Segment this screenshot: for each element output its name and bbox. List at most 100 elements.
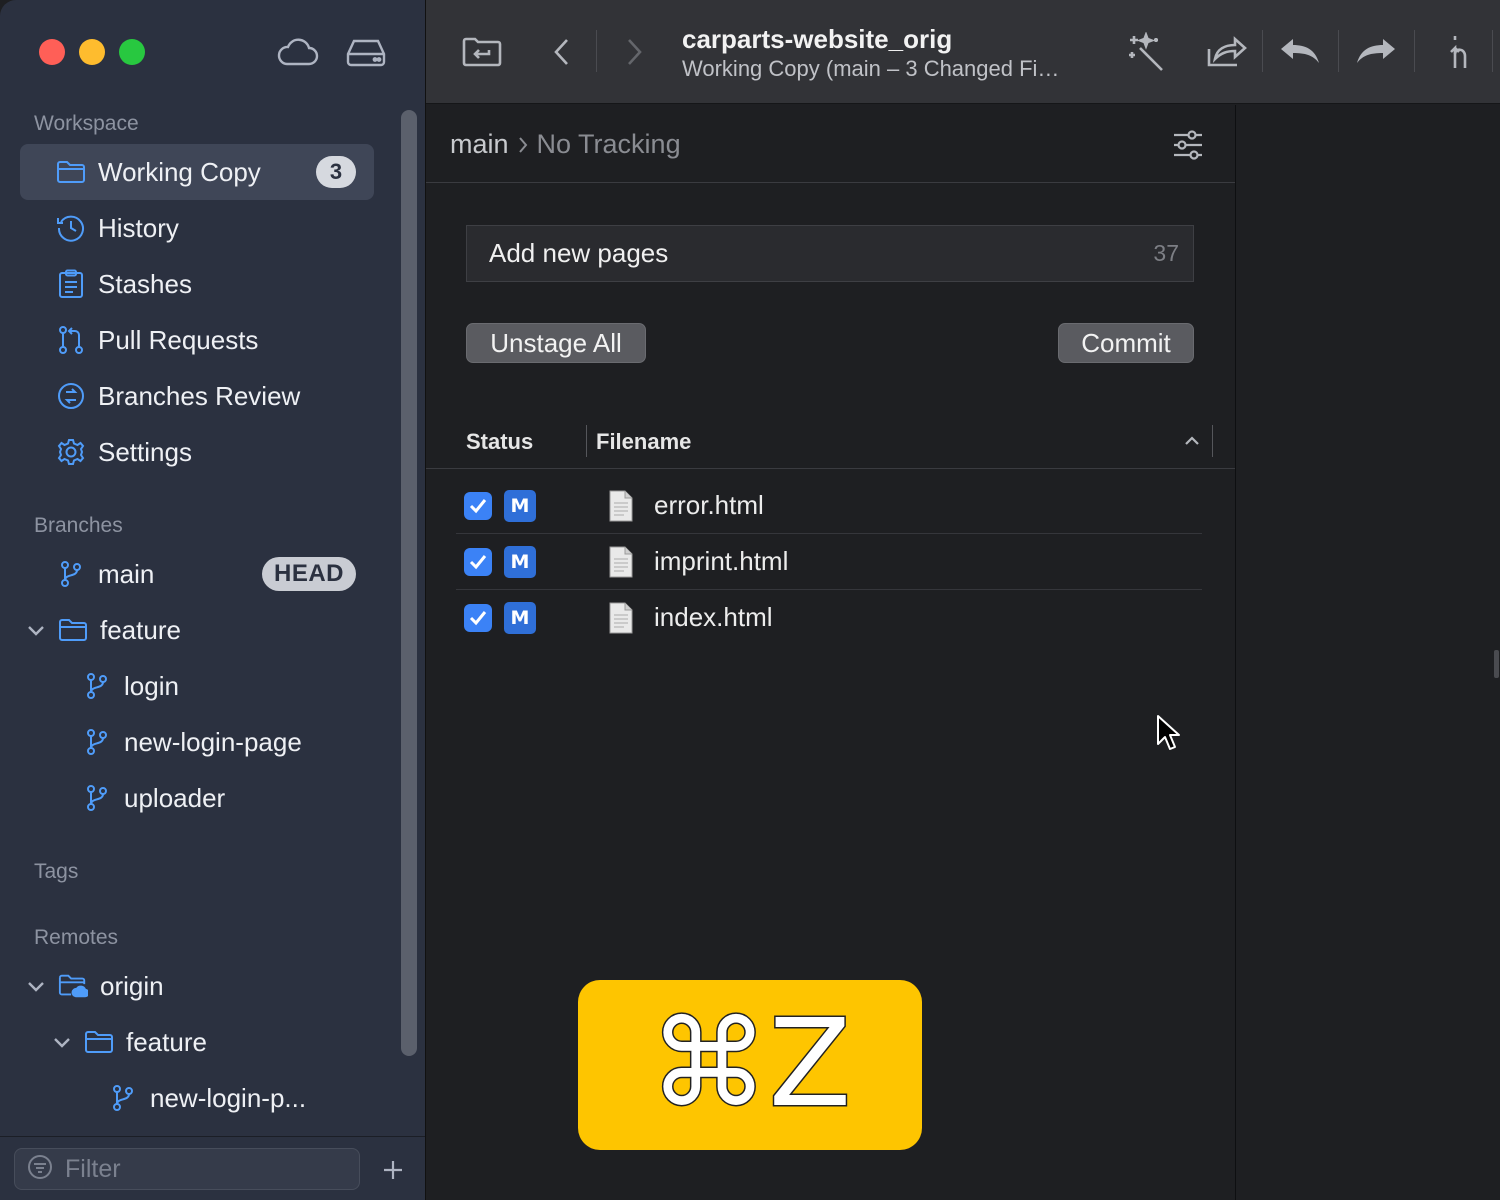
file-icon (608, 602, 634, 634)
mouse-cursor-icon (1156, 714, 1182, 752)
resize-handle[interactable] (1494, 650, 1499, 678)
detail-panel (1235, 105, 1500, 1200)
breadcrumb-tracking[interactable]: No Tracking (537, 129, 681, 160)
pull-request-icon (56, 325, 86, 355)
column-divider (1212, 425, 1213, 457)
sidebar: Workspace Working Copy 3 History Stashes… (0, 0, 426, 1200)
push-icon[interactable] (1354, 30, 1398, 74)
file-name: imprint.html (654, 546, 789, 576)
sort-ascending-icon[interactable] (1182, 431, 1202, 451)
sidebar-item-label: uploader (124, 782, 226, 813)
branch-merge-icon[interactable] (1438, 30, 1482, 74)
breadcrumb-branch[interactable]: main (450, 129, 509, 160)
sidebar-item-branch-login[interactable]: login (20, 658, 374, 714)
sidebar-item-branch-main[interactable]: main HEAD (20, 546, 374, 602)
file-icon (608, 546, 634, 578)
minimize-window-button[interactable] (79, 39, 105, 65)
filter-icon (27, 1154, 53, 1185)
sidebar-filter-bar: Filter (0, 1136, 425, 1200)
toolbar-divider (1338, 30, 1339, 72)
repository-switch-icon[interactable] (460, 30, 504, 74)
keyboard-shortcut-overlay: ⌘Z (578, 980, 922, 1150)
sidebar-item-label: feature (126, 1026, 207, 1057)
table-row[interactable]: M error.html (456, 478, 1202, 534)
chevron-down-icon[interactable] (26, 976, 46, 996)
filter-placeholder: Filter (65, 1154, 121, 1183)
file-icon (608, 490, 634, 522)
sidebar-item-pull-requests[interactable]: Pull Requests (20, 312, 374, 368)
folder-icon (56, 157, 86, 187)
sidebar-item-label: Branches Review (98, 380, 301, 411)
drive-icon[interactable] (344, 30, 388, 74)
sidebar-item-remote-branch[interactable]: new-login-p... (20, 1070, 374, 1126)
character-count: 37 (1153, 240, 1179, 266)
sidebar-item-folder-feature[interactable]: feature (20, 602, 374, 658)
commit-message-input[interactable]: Add new pages 37 (466, 225, 1194, 282)
sidebar-item-remote-origin[interactable]: origin (20, 958, 374, 1014)
modified-status-badge: M (504, 602, 536, 634)
sidebar-scrollbar[interactable] (401, 110, 417, 1056)
share-icon[interactable] (1204, 30, 1248, 74)
window-title: carparts-website_orig (682, 24, 953, 54)
sidebar-item-stashes[interactable]: Stashes (20, 256, 374, 312)
pull-icon[interactable] (1278, 30, 1322, 74)
sidebar-item-branches-review[interactable]: Branches Review (20, 368, 374, 424)
sidebar-item-label: new-login-p... (150, 1082, 307, 1113)
add-button[interactable] (378, 1155, 408, 1185)
stage-checkbox[interactable] (464, 604, 492, 632)
folder-icon (84, 1027, 114, 1057)
sidebar-item-branch-new-login-page[interactable]: new-login-page (20, 714, 374, 770)
unstage-all-button[interactable]: Unstage All (466, 323, 646, 363)
status-column-header[interactable]: Status (466, 429, 533, 455)
workspace-section-title: Workspace (34, 112, 139, 135)
sidebar-item-working-copy[interactable]: Working Copy 3 (20, 144, 374, 200)
table-row[interactable]: M index.html (456, 590, 1202, 646)
breadcrumb: main No Tracking (450, 129, 681, 160)
column-divider (586, 425, 587, 457)
chevron-down-icon[interactable] (26, 620, 46, 640)
back-chevron-icon[interactable] (540, 30, 584, 74)
gear-icon (56, 437, 86, 467)
branches-review-icon (56, 381, 86, 411)
table-row[interactable]: M imprint.html (456, 534, 1202, 590)
clipboard-icon (56, 269, 86, 299)
commit-message-text: Add new pages (489, 238, 669, 268)
options-sliders-icon[interactable] (1170, 127, 1206, 163)
stage-checkbox[interactable] (464, 548, 492, 576)
sidebar-item-label: login (124, 670, 179, 701)
chevron-right-icon (517, 135, 529, 155)
close-window-button[interactable] (39, 39, 65, 65)
shortcut-text: ⌘Z (647, 995, 852, 1134)
branch-bar: main No Tracking (426, 105, 1235, 183)
sidebar-item-label: Settings (98, 436, 192, 467)
sidebar-item-history[interactable]: History (20, 200, 374, 256)
sidebar-item-settings[interactable]: Settings (20, 424, 374, 480)
history-icon (56, 213, 86, 243)
cloud-folder-icon (58, 971, 88, 1001)
branch-icon (56, 559, 86, 589)
sidebar-item-label: Stashes (98, 268, 192, 299)
file-name: index.html (654, 602, 773, 632)
zoom-window-button[interactable] (119, 39, 145, 65)
sidebar-item-remote-folder-feature[interactable]: feature (20, 1014, 374, 1070)
filename-column-header[interactable]: Filename (596, 429, 691, 455)
toolbar: carparts-website_orig Working Copy (main… (426, 0, 1500, 104)
sidebar-item-branch-uploader[interactable]: uploader (20, 770, 374, 826)
sidebar-item-label: origin (100, 970, 164, 1001)
cloud-icon[interactable] (276, 30, 320, 74)
sidebar-item-label: main (98, 558, 155, 589)
folder-icon (58, 615, 88, 645)
chevron-down-icon[interactable] (52, 1032, 72, 1052)
toolbar-divider (1414, 30, 1415, 72)
window-controls (39, 39, 145, 65)
stage-checkbox[interactable] (464, 492, 492, 520)
commit-button[interactable]: Commit (1058, 323, 1194, 363)
sidebar-item-label: new-login-page (124, 726, 302, 757)
remotes-section-title: Remotes (34, 926, 119, 949)
file-list-header: Status Filename (426, 421, 1235, 469)
filter-input[interactable]: Filter (14, 1148, 360, 1190)
magic-wand-icon[interactable] (1124, 30, 1168, 74)
forward-chevron-icon[interactable] (612, 30, 656, 74)
toolbar-divider (1492, 30, 1493, 72)
window-subtitle: Working Copy (main – 3 Changed Fi… (682, 56, 1060, 81)
